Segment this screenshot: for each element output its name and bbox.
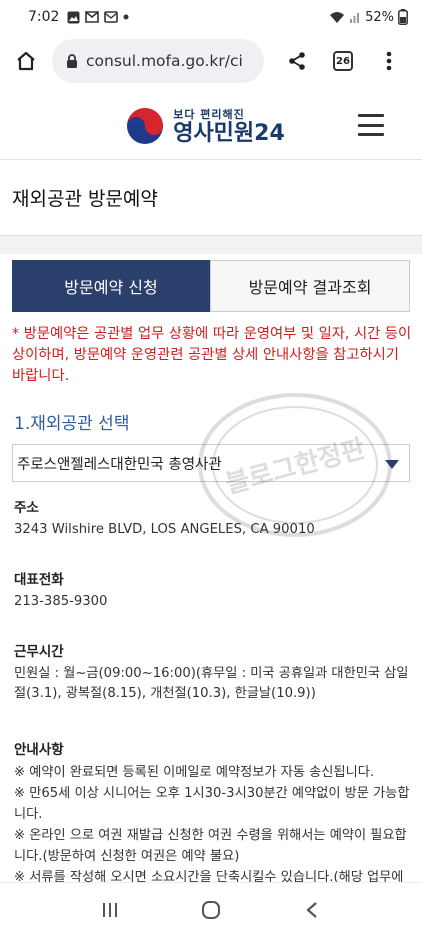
home-icon [17, 51, 35, 71]
wifi-icon [330, 11, 345, 23]
taeguk-logo-icon [127, 107, 164, 144]
guide-item: ※ 예약이 완료되면 등록된 이메일로 예약정보가 자동 송신됩니다. [14, 765, 375, 780]
site-logo[interactable]: 보다 편리해진 영사민원24 [125, 106, 285, 146]
consulate-select-value: 주로스앤젤레스대한민국 총영사관 [17, 456, 222, 473]
browser-toolbar: consul.mofa.go.kr/ci 26 [0, 34, 422, 88]
site-header: 보다 편리해진 영사민원24 [0, 92, 422, 160]
hours-value: 민원실 : 월~금(09:00~16:00)(휴무일 : 미국 공휴일과 대한민… [14, 666, 409, 701]
system-nav-bar [0, 882, 422, 937]
phone-label: 대표전화 [14, 572, 64, 588]
hours-label: 근무시간 [14, 644, 64, 660]
signal-icon [350, 13, 360, 23]
web-page: 보다 편리해진 영사민원24 재외공관 방문예약 방문예약 신청 방문예약 결과… [0, 92, 422, 882]
tab-reservation-apply[interactable]: 방문예약 신청 [12, 260, 210, 312]
share-icon [289, 52, 305, 70]
status-bar: 7:02 52% [0, 0, 422, 34]
share-button[interactable] [274, 39, 320, 83]
guide-item: ※ 서류를 작성해 오시면 소요시간을 단축시킬수 있습니다.(해당 업무에 대… [14, 870, 404, 882]
battery-percent: 52% [365, 9, 394, 25]
reservation-tabs: 방문예약 신청 방문예약 결과조회 [12, 260, 410, 312]
status-time: 7:02 [28, 9, 60, 25]
phone-value: 213-385-9300 [14, 594, 108, 609]
address-bar[interactable]: consul.mofa.go.kr/ci [52, 39, 264, 83]
menu-line-icon [358, 133, 384, 136]
email-app-icon [104, 11, 119, 23]
guide-item: ※ 만65세 이상 시니어는 오후 1시30-3시30분간 예약없이 방문 가능… [14, 786, 410, 822]
home-button[interactable] [0, 34, 52, 88]
recent-apps-icon [103, 903, 118, 917]
divider-strip [0, 236, 422, 254]
more-menu-button[interactable] [366, 39, 412, 83]
status-right: 52% [329, 9, 408, 25]
hours-block: 근무시간 민원실 : 월~금(09:00~16:00)(휴무일 : 미국 공휴일… [0, 612, 422, 704]
home-nav-button[interactable] [191, 890, 231, 930]
logo-title: 영사민원24 [173, 120, 285, 146]
lock-icon [67, 53, 77, 68]
url-text: consul.mofa.go.kr/ci [86, 52, 243, 70]
phone-block: 대표전화 213-385-9300 [0, 540, 422, 612]
mail-icon [85, 11, 100, 23]
tabs-button[interactable]: 26 [320, 39, 366, 83]
dot-icon [123, 14, 129, 20]
reservation-notice: * 방문예약은 공관별 업무 상황에 따라 운영여부 및 일자, 시간 등이 상… [12, 326, 412, 384]
address-value: 3243 Wilshire BLVD, LOS ANGELES, CA 9001… [14, 522, 315, 537]
logo-subtitle: 보다 편리해진 [173, 107, 245, 121]
dropdown-arrow-icon [385, 460, 399, 469]
address-block: 주소 3243 Wilshire BLVD, LOS ANGELES, CA 9… [0, 482, 422, 540]
menu-line-icon [358, 114, 384, 117]
page-title-bar: 재외공관 방문예약 [0, 160, 422, 236]
home-circle-icon [201, 901, 220, 919]
guide-block: 안내사항 ※ 예약이 완료되면 등록된 이메일로 예약정보가 자동 송신됩니다.… [0, 704, 422, 882]
menu-line-icon [358, 123, 384, 127]
page-title: 재외공관 방문예약 [12, 188, 158, 210]
back-button[interactable] [292, 890, 332, 930]
tab-count: 26 [333, 51, 353, 71]
tab-reservation-lookup[interactable]: 방문예약 결과조회 [210, 260, 410, 312]
battery-icon [398, 9, 408, 25]
hamburger-menu-button[interactable] [358, 114, 384, 136]
section-title-consulate: 1.재외공관 선택 [14, 414, 130, 434]
reservation-content: 방문예약 신청 방문예약 결과조회 * 방문예약은 공관별 업무 상황에 따라 … [0, 260, 422, 882]
gallery-icon [67, 11, 80, 23]
back-chevron-icon [305, 902, 317, 918]
more-vert-icon [386, 51, 392, 71]
address-label: 주소 [14, 500, 39, 516]
guide-item: ※ 온라인 으로 여권 재발급 신청한 여권 수령을 위해서는 예약이 필요합니… [14, 828, 407, 864]
consulate-select[interactable]: 주로스앤젤레스대한민국 총영사관 [12, 444, 410, 482]
notification-icons [67, 11, 129, 24]
recent-apps-button[interactable] [90, 890, 130, 930]
guide-label: 안내사항 [14, 742, 64, 758]
